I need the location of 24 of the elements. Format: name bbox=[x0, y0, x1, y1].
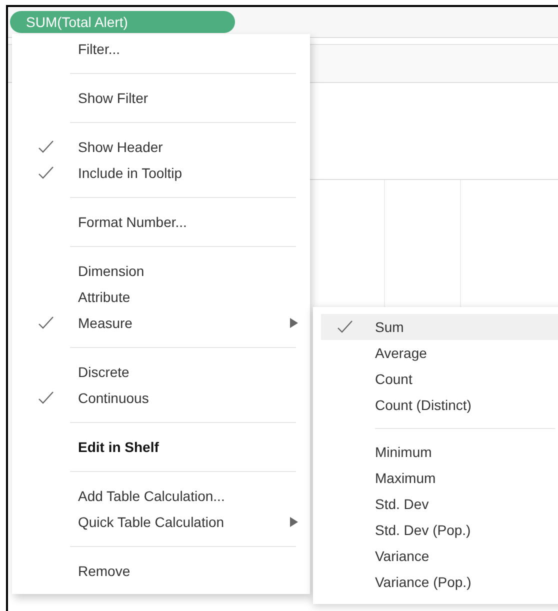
menu-item[interactable]: Attribute bbox=[12, 284, 310, 310]
menu-item[interactable]: Include in Tooltip bbox=[12, 160, 310, 186]
menu-item[interactable]: Variance (Pop.) bbox=[321, 569, 558, 595]
menu-item[interactable]: Maximum bbox=[321, 465, 558, 491]
menu-item[interactable]: Average bbox=[321, 340, 558, 366]
menu-item[interactable]: Measure bbox=[12, 310, 310, 336]
menu-item[interactable]: Remove bbox=[12, 558, 310, 584]
menu-item[interactable]: Quick Table Calculation bbox=[12, 509, 310, 535]
menu-item[interactable]: Show Header bbox=[12, 134, 310, 160]
menu-item[interactable]: Show Filter bbox=[12, 85, 310, 111]
menu-item[interactable]: Minimum bbox=[321, 439, 558, 465]
menu-item[interactable]: Variance bbox=[321, 543, 558, 569]
menu-item[interactable]: Dimension bbox=[12, 258, 310, 284]
menu-item[interactable]: Count bbox=[321, 366, 558, 392]
menu-item[interactable]: Std. Dev bbox=[321, 491, 558, 517]
menu-item[interactable]: Filter... bbox=[12, 36, 310, 62]
menu-item[interactable]: Discrete bbox=[12, 359, 310, 385]
menu-item[interactable]: Edit in Shelf bbox=[12, 434, 310, 460]
menu-item[interactable]: Add Table Calculation... bbox=[12, 483, 310, 509]
menu-item[interactable]: Std. Dev (Pop.) bbox=[321, 517, 558, 543]
menu-item[interactable]: Sum bbox=[321, 314, 558, 340]
menu-item[interactable]: Continuous bbox=[12, 385, 310, 411]
menu-item[interactable]: Format Number... bbox=[12, 209, 310, 235]
menu-item[interactable]: Count (Distinct) bbox=[321, 392, 558, 418]
